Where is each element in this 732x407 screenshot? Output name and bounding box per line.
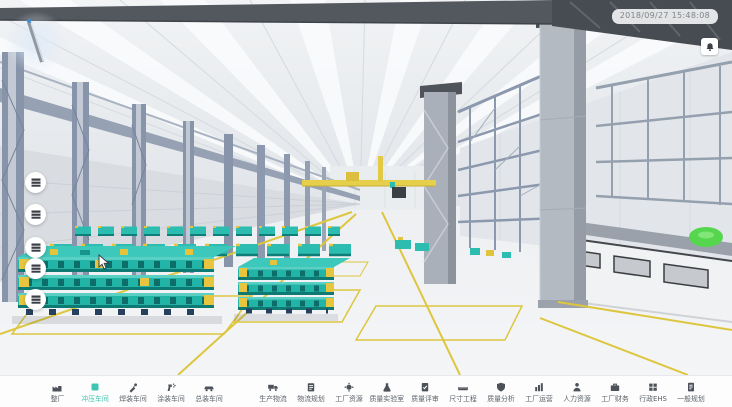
truck-icon — [267, 381, 279, 393]
flask-icon — [381, 381, 393, 393]
tab-label: 工厂财务 — [601, 395, 629, 402]
module-quality-review[interactable]: 质量评审 — [406, 381, 444, 403]
module-admin-ehs[interactable]: 行政EHS — [634, 381, 672, 403]
stamping-press-icon — [89, 381, 101, 393]
press-die-icon — [31, 243, 41, 252]
bottom-toolbar: 整厂 冲压车间 焊装车间 — [0, 375, 732, 407]
status-marker-green — [689, 227, 723, 247]
press-die-icon — [31, 264, 41, 273]
digital-twin-app: 2018/09/27 15:48:08 — [0, 0, 732, 407]
module-dimension-engineering[interactable]: 尺寸工程 — [444, 381, 482, 403]
tab-label: 质量实验室 — [370, 395, 405, 402]
tab-label: 行政EHS — [639, 395, 667, 402]
3d-viewport[interactable]: 2018/09/27 15:48:08 — [0, 0, 732, 375]
doc-check-icon — [419, 381, 431, 393]
tab-welding-workshop[interactable]: 焊装车间 — [114, 381, 152, 403]
press-die-icon — [31, 295, 41, 304]
document-icon — [685, 381, 697, 393]
tab-label: 尺寸工程 — [449, 395, 477, 402]
tab-label: 质量评审 — [411, 395, 439, 402]
tab-label: 焊装车间 — [119, 395, 147, 402]
factory-icon — [51, 381, 63, 393]
person-icon — [571, 381, 583, 393]
module-factory-resources[interactable]: 工厂资源 — [330, 381, 368, 403]
machine-marker-button[interactable] — [25, 237, 46, 258]
module-production-logistics[interactable]: 生产物流 — [254, 381, 292, 403]
machine-marker-button[interactable] — [25, 258, 46, 279]
tab-label: 质量分析 — [487, 395, 515, 402]
module-tabs: 生产物流 物流规划 工厂资源 — [254, 381, 710, 403]
tab-label: 人力资源 — [563, 395, 591, 402]
press-die-icon — [31, 210, 41, 219]
workshop-tabs: 整厂 冲压车间 焊装车间 — [38, 381, 228, 403]
tab-label: 冲压车间 — [81, 395, 109, 402]
tab-assembly-workshop[interactable]: 总装车间 — [190, 381, 228, 403]
tab-label: 一般规划 — [677, 395, 705, 402]
tab-label: 生产物流 — [259, 395, 287, 402]
module-human-resources[interactable]: 人力资源 — [558, 381, 596, 403]
module-general-planning[interactable]: 一般规划 — [672, 381, 710, 403]
tab-painting-workshop[interactable]: 涂装车间 — [152, 381, 190, 403]
tab-label: 物流规划 — [297, 395, 325, 402]
notification-button[interactable] — [701, 38, 718, 55]
grid-icon — [647, 381, 659, 393]
machine-marker-button[interactable] — [25, 172, 46, 193]
shield-icon — [495, 381, 507, 393]
welding-torch-icon — [127, 381, 139, 393]
press-die-icon — [31, 178, 41, 187]
tab-label: 涂装车间 — [157, 395, 185, 402]
paint-spray-icon — [165, 381, 177, 393]
ruler-icon — [457, 381, 469, 393]
tab-label: 工厂资源 — [335, 395, 363, 402]
tab-label: 总装车间 — [195, 395, 223, 402]
module-factory-operations[interactable]: 工厂运营 — [520, 381, 558, 403]
factory-scene — [0, 0, 732, 375]
tab-whole-plant[interactable]: 整厂 — [38, 381, 76, 403]
machine-marker-button[interactable] — [25, 204, 46, 225]
bar-chart-icon — [533, 381, 545, 393]
machine-marker-button[interactable] — [25, 289, 46, 310]
bell-icon — [705, 42, 715, 52]
module-quality-analysis[interactable]: 质量分析 — [482, 381, 520, 403]
module-factory-finance[interactable]: 工厂财务 — [596, 381, 634, 403]
tab-label: 整厂 — [50, 395, 64, 402]
module-quality-lab[interactable]: 质量实验室 — [368, 381, 406, 403]
tab-label: 工厂运营 — [525, 395, 553, 402]
tab-stamping-workshop[interactable]: 冲压车间 — [76, 381, 114, 403]
timestamp: 2018/09/27 15:48:08 — [612, 9, 718, 24]
highlight-marker — [5, 11, 67, 73]
clipboard-icon — [305, 381, 317, 393]
module-logistics-planning[interactable]: 物流规划 — [292, 381, 330, 403]
briefcase-icon — [609, 381, 621, 393]
gear-icon — [343, 381, 355, 393]
assembly-car-icon — [203, 381, 215, 393]
